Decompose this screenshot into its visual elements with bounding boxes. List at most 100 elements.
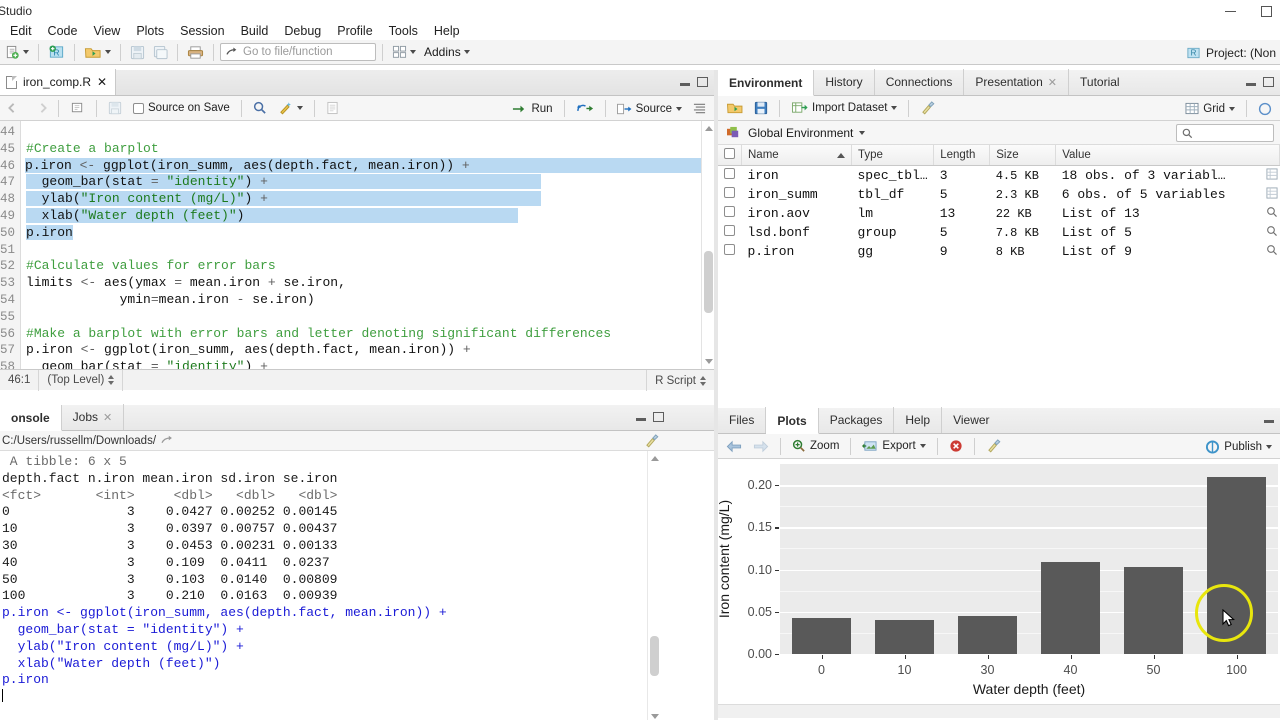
file-type-selector[interactable]: R Script [646,370,714,391]
maximize-pane-icon[interactable] [653,412,664,422]
code-text[interactable]: #Create a barplot p.iron <- ggplot(iron_s… [21,121,714,369]
maximize-pane-icon[interactable] [1263,77,1274,87]
tab-files[interactable]: Files [718,407,767,433]
scroll-down-icon[interactable] [705,359,713,364]
checkbox-icon[interactable] [724,168,735,179]
import-dataset-button[interactable]: Import Dataset [787,100,901,116]
close-icon[interactable]: ✕ [1048,76,1057,89]
menu-edit[interactable]: Edit [2,22,40,40]
row-checkbox[interactable] [718,166,742,186]
code-line[interactable] [26,124,714,141]
scrollbar-thumb[interactable] [704,251,713,313]
minimize-pane-icon[interactable] [1264,415,1274,424]
forward-arrow-icon[interactable] [29,101,51,115]
code-line[interactable]: p.iron [26,224,714,242]
menu-help[interactable]: Help [426,22,468,40]
code-editor[interactable]: 44454647484950515253545556575859 #Create… [0,121,714,369]
row-checkbox[interactable] [718,242,742,261]
back-arrow-icon[interactable] [4,101,26,115]
code-line[interactable]: p.iron <- ggplot(iron_summ, aes(depth.fa… [25,157,714,175]
inspect-object-icon[interactable] [1266,225,1278,241]
checkbox-icon[interactable] [724,244,735,255]
inspect-object-icon[interactable] [1266,244,1278,260]
tab-jobs[interactable]: Jobs ✕ [62,404,125,430]
checkbox-icon[interactable] [724,206,735,217]
console-working-directory[interactable]: C:/Users/russellm/Downloads/ [0,431,714,451]
menu-debug[interactable]: Debug [276,22,329,40]
tab-packages[interactable]: Packages [819,407,895,433]
tab-tutorial[interactable]: Tutorial [1069,69,1131,95]
minimize-pane-icon[interactable] [636,413,646,422]
maximize-pane-icon[interactable] [697,77,708,87]
export-plot-button[interactable]: Export [858,438,929,454]
table-row[interactable]: iron spec_tbl… 3 4.5 KB 18 obs. of 3 variabl… [718,166,1280,186]
menu-session[interactable]: Session [172,22,232,40]
code-line[interactable]: xlab("Water depth (feet)") [26,207,714,225]
code-line[interactable]: ymin=mean.iron - se.iron) [26,292,714,309]
code-line[interactable] [26,242,714,259]
show-in-new-window-button[interactable] [66,100,89,116]
table-row[interactable]: iron_summ tbl_df 5 2.3 KB 6 obs. of 5 variab… [718,185,1280,204]
scope-selector[interactable]: (Top Level) [39,369,124,391]
close-icon[interactable]: ✕ [103,411,112,424]
code-line[interactable]: #Create a barplot [26,141,714,158]
checkbox-icon[interactable] [724,225,735,236]
source-options-icon[interactable] [689,101,710,116]
view-table-icon[interactable] [1265,168,1278,184]
tab-help[interactable]: Help [894,407,943,433]
source-button[interactable]: Source [613,102,686,116]
tab-environment[interactable]: Environment [718,70,815,96]
tab-connections[interactable]: Connections [875,69,965,95]
previous-plot-button[interactable] [722,439,746,454]
menu-tools[interactable]: Tools [381,22,426,40]
editor-scrollbar[interactable] [701,121,714,369]
scrollbar-thumb[interactable] [650,636,659,676]
menu-code[interactable]: Code [40,22,86,40]
clear-objects-button[interactable] [916,100,940,116]
maximize-icon[interactable] [1259,4,1272,17]
row-checkbox[interactable] [718,185,742,204]
grid-view-button[interactable]: Grid [1181,101,1239,116]
column-header-type[interactable]: Type [851,145,935,166]
tab-plots[interactable]: Plots [766,408,819,434]
code-line[interactable]: ylab("Iron content (mg/L)") + [26,191,714,208]
tab-viewer[interactable]: Viewer [942,407,1000,433]
source-on-save-checkbox[interactable]: Source on Save [129,101,234,115]
zoom-plot-button[interactable]: Zoom [788,438,843,454]
document-outline-button[interactable] [322,100,343,116]
console-scrollbar[interactable] [647,451,660,720]
save-all-button[interactable] [150,42,171,62]
save-source-button[interactable] [104,100,126,116]
code-line[interactable] [26,309,714,326]
console-output[interactable]: A tibble: 6 x 5 depth.fact n.iron mean.ir… [0,451,714,720]
scroll-down-icon[interactable] [651,714,659,719]
next-plot-button[interactable] [749,439,773,454]
menu-plots[interactable]: Plots [128,22,172,40]
save-button[interactable] [127,42,148,62]
goto-file-function-input[interactable]: Go to file/function [220,43,376,61]
close-icon[interactable]: ✕ [97,75,107,89]
remove-plot-button[interactable] [945,438,967,454]
row-checkbox[interactable] [718,204,742,223]
view-table-icon[interactable] [1265,187,1278,203]
code-line[interactable]: geom_bar(stat = "identity") + [26,174,714,191]
new-file-button[interactable] [2,42,32,62]
column-header-length[interactable]: Length [933,145,991,166]
column-header-value[interactable]: Value [1055,145,1280,166]
select-all-header[interactable] [718,145,742,166]
print-button[interactable] [184,42,207,62]
inspect-object-icon[interactable] [1266,206,1278,222]
checkbox-icon[interactable] [724,187,735,198]
table-row[interactable]: p.iron gg 9 8 KB List of 9 [718,242,1280,261]
workspace-panes-button[interactable] [389,42,419,62]
new-project-button[interactable]: R [45,42,68,62]
column-header-size[interactable]: Size [989,145,1057,166]
code-line[interactable]: limits <- aes(ymax = mean.iron + se.iron… [26,275,714,292]
code-line[interactable]: geom_bar(stat = "identity") + [26,359,714,369]
save-workspace-button[interactable] [750,100,772,116]
rerun-button[interactable] [572,101,598,116]
row-checkbox[interactable] [718,223,742,242]
tab-presentation[interactable]: Presentation ✕ [964,69,1070,95]
menu-build[interactable]: Build [233,22,277,40]
tab-history[interactable]: History [814,69,875,95]
